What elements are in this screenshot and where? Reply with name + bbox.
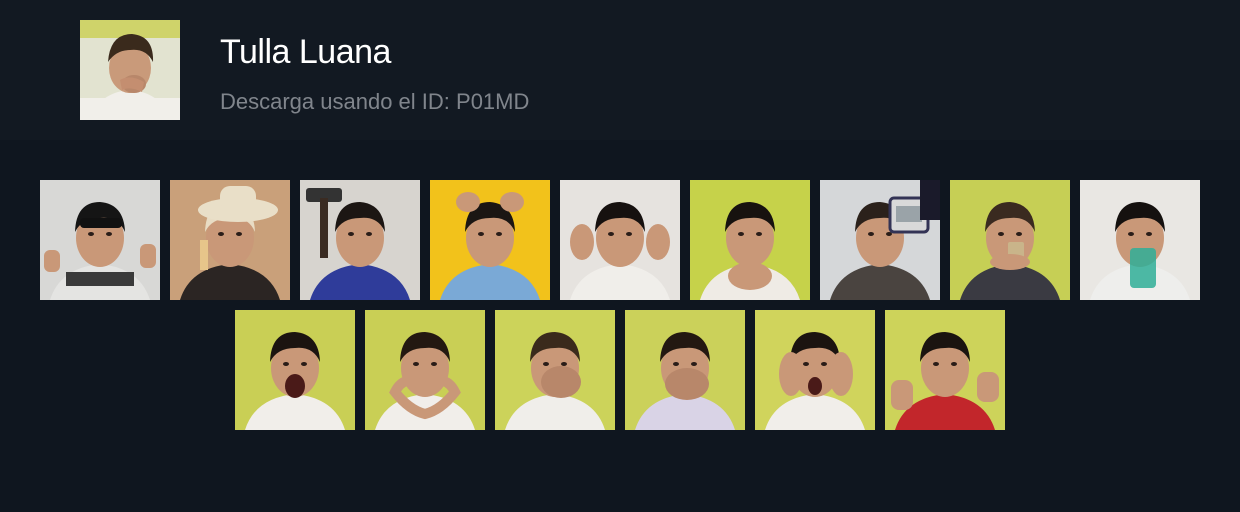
sticker-sunglasses-thumbs-up[interactable] <box>40 180 160 300</box>
sticker-hands-on-head[interactable] <box>430 180 550 300</box>
sticker-hands-on-temples[interactable] <box>560 180 680 300</box>
sticker-praying-hands[interactable] <box>690 180 810 300</box>
sticker-cowboy-hat[interactable] <box>170 180 290 300</box>
sticker-holding-phone[interactable] <box>950 180 1070 300</box>
sticker-blood-pressure-monitor[interactable] <box>820 180 940 300</box>
sticker-pack-header: Tulla Luana Descarga usando el ID: P01MD <box>0 0 1240 140</box>
sticker-hands-on-cheeks-crying[interactable] <box>755 310 875 430</box>
sticker-drinking-glass[interactable] <box>1080 180 1200 300</box>
sticker-heart-hands[interactable] <box>365 310 485 430</box>
pack-title: Tulla Luana <box>220 33 391 71</box>
sticker-double-thumbs-up[interactable] <box>885 310 1005 430</box>
sticker-hand-over-mouth[interactable] <box>625 310 745 430</box>
pack-download-id: Descarga usando el ID: P01MD <box>220 89 530 114</box>
sticker-hammer[interactable] <box>300 180 420 300</box>
sticker-screaming[interactable] <box>235 310 355 430</box>
sticker-face-palm[interactable] <box>495 310 615 430</box>
pack-cover-image <box>80 20 180 120</box>
sticker-grid <box>0 140 1240 512</box>
